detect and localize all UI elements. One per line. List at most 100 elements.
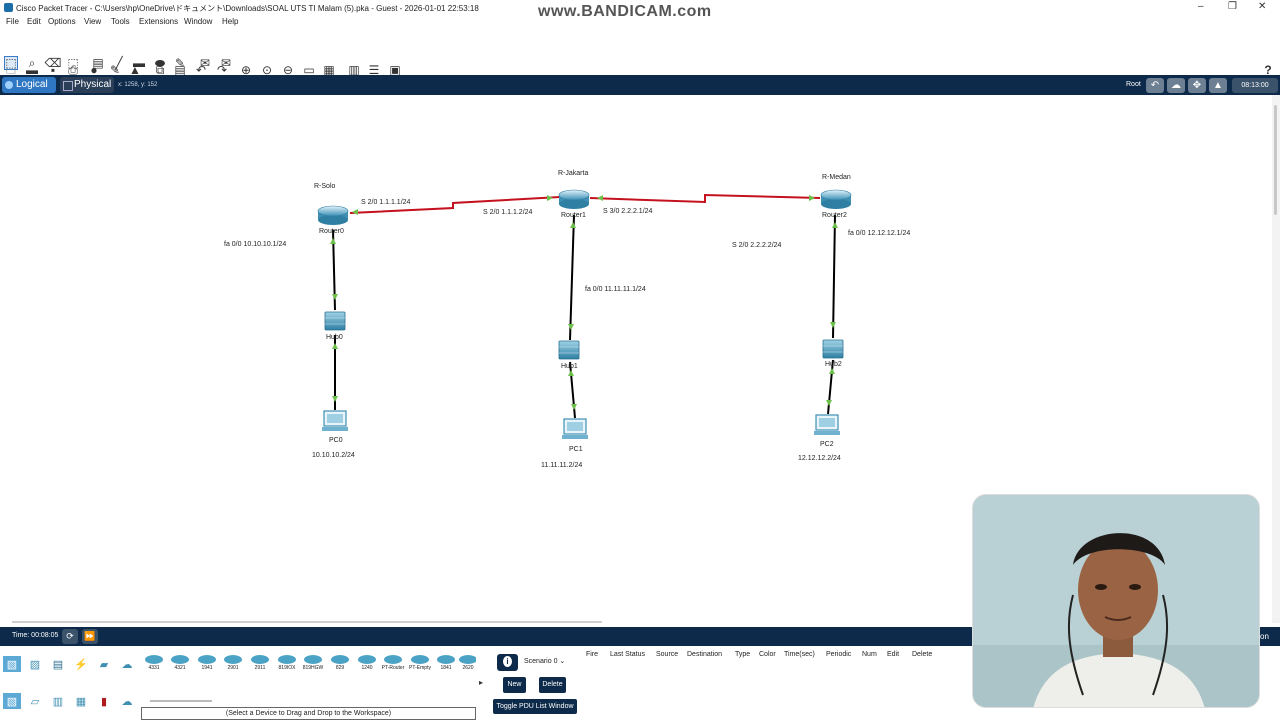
- root-label: Root: [1126, 81, 1141, 88]
- clock: 08:13:00: [1232, 78, 1278, 93]
- link-router2-hub2[interactable]: [832, 214, 836, 339]
- inspect-icon[interactable]: ⌕: [25, 56, 39, 70]
- link-hub1-pc1[interactable]: [569, 361, 576, 419]
- device-model-829[interactable]: 829: [328, 652, 352, 674]
- back-icon[interactable]: ↶: [1146, 78, 1164, 93]
- router-icon[interactable]: [317, 205, 349, 225]
- serial-link-jakarta-medan[interactable]: [589, 193, 821, 204]
- complex-pdu-icon[interactable]: ✉: [219, 56, 233, 70]
- device-label-router0: Router0: [319, 228, 344, 235]
- cloud-icon[interactable]: ☁: [1167, 78, 1185, 93]
- device-model-4331[interactable]: 4331: [142, 652, 166, 674]
- main-toolbar: 🗋 ▬ ▪ ⎙ ● ✎ ▲ ⧉ ▤ ↶ ↷ ⊕ ⊙ ⊖ ▭ ▦ ▥ ☰ ▣ ?: [0, 30, 1280, 78]
- cursor-coordinates: x: 1258, y: 152: [118, 82, 158, 88]
- device-model-pt-empty[interactable]: PT-Empty: [408, 652, 432, 674]
- col-time: Time(sec): [784, 651, 815, 658]
- panel-collapse-icon[interactable]: ▸: [479, 678, 483, 687]
- device-name-r-solo: R-Solo: [314, 183, 336, 190]
- viewport-mountain-icon[interactable]: ▲: [1209, 78, 1227, 93]
- simple-pdu-icon[interactable]: ✉: [198, 56, 212, 70]
- device-name-r-jakarta: R-Jakarta: [558, 170, 589, 177]
- hub-icon[interactable]: [822, 339, 844, 359]
- network-devices-icon[interactable]: ▧: [3, 656, 21, 672]
- connections-icon[interactable]: ⚡: [72, 656, 90, 672]
- device-label-router2: Router2: [822, 212, 847, 219]
- device-model-1841[interactable]: 1841: [434, 652, 458, 674]
- select-icon[interactable]: ⬚: [4, 56, 18, 70]
- vertical-scrollbar[interactable]: [1272, 95, 1280, 623]
- navigation-icon[interactable]: ✥: [1188, 78, 1206, 93]
- multiuser-icon[interactable]: ☁: [118, 656, 136, 672]
- menu-view[interactable]: View: [84, 17, 101, 26]
- rectangle-icon[interactable]: ▬: [132, 56, 146, 70]
- menu-help[interactable]: Help: [222, 17, 238, 26]
- delete-scenario-button[interactable]: Delete: [539, 677, 566, 693]
- app-icon: [4, 3, 13, 12]
- menu-tools[interactable]: Tools: [111, 17, 130, 26]
- misc-icon[interactable]: ▰: [95, 656, 113, 672]
- link-hub2-pc2[interactable]: [827, 359, 834, 415]
- ellipse-icon[interactable]: ⬬: [153, 56, 167, 70]
- webcam-overlay: [972, 494, 1260, 708]
- new-scenario-button[interactable]: New: [503, 677, 526, 693]
- device-list-scrollbar[interactable]: [150, 700, 212, 702]
- end-devices-icon[interactable]: ▨: [26, 656, 44, 672]
- power-cycle-icon[interactable]: ⟳: [62, 629, 78, 644]
- webcam-presenter-image: [973, 495, 1259, 707]
- hub-icon[interactable]: [324, 311, 346, 331]
- wireless-category-icon[interactable]: ▦: [72, 693, 90, 709]
- device-model-2901[interactable]: 2901: [221, 652, 245, 674]
- pc-icon[interactable]: [322, 410, 348, 431]
- toggle-pdu-list-button[interactable]: Toggle PDU List Window: [493, 699, 577, 714]
- col-fire: Fire: [586, 651, 599, 658]
- device-model-4321[interactable]: 4321: [168, 652, 192, 674]
- freeform-icon[interactable]: ✎: [173, 56, 187, 70]
- packet-tracer-window: Cisco Packet Tracer - C:\Users\hp\OneDri…: [0, 0, 1280, 720]
- fast-forward-icon[interactable]: ⏩: [82, 629, 98, 644]
- pc-icon[interactable]: [814, 414, 840, 435]
- line-icon[interactable]: ╱: [112, 56, 126, 70]
- device-model-2911[interactable]: 2911: [248, 652, 272, 674]
- routers-category-icon[interactable]: ▧: [3, 693, 21, 709]
- tab-logical[interactable]: Logical: [2, 77, 56, 93]
- device-label-hub2: Hub2: [825, 361, 842, 368]
- close-button[interactable]: ✕: [1258, 1, 1266, 12]
- col-source: Source: [656, 651, 679, 658]
- note-icon[interactable]: ▤: [91, 56, 105, 70]
- minimize-button[interactable]: –: [1198, 1, 1204, 12]
- hubs-category-icon[interactable]: ▥: [49, 693, 67, 709]
- pc-icon[interactable]: [562, 418, 588, 439]
- delete-icon[interactable]: ⌫: [45, 56, 62, 70]
- router-icon[interactable]: [558, 189, 590, 209]
- device-label-hub1: Hub1: [561, 363, 578, 370]
- components-icon[interactable]: ▤: [49, 656, 67, 672]
- drag-instruction: (Select a Device to Drag and Drop to the…: [141, 707, 476, 720]
- wan-emulation-icon[interactable]: ☁: [118, 693, 136, 709]
- link-router1-hub1[interactable]: [569, 214, 575, 341]
- device-model-819iox[interactable]: 819IOX: [275, 652, 299, 674]
- device-label-pc0: PC0: [329, 437, 343, 444]
- menu-options[interactable]: Options: [48, 17, 76, 26]
- menu-edit[interactable]: Edit: [27, 17, 41, 26]
- menu-extensions[interactable]: Extensions: [139, 17, 178, 26]
- device-model-1941[interactable]: 1941: [195, 652, 219, 674]
- restore-button[interactable]: ❐: [1228, 1, 1237, 12]
- device-model-819hgw[interactable]: 819HGW: [301, 652, 325, 674]
- hub-icon[interactable]: [558, 340, 580, 360]
- device-model-1240[interactable]: 1240: [355, 652, 379, 674]
- time-label: Time: 00:08:05: [12, 632, 59, 639]
- scenario-select[interactable]: Scenario 0 ⌄: [524, 657, 565, 665]
- security-category-icon[interactable]: ▮: [95, 693, 113, 709]
- menu-file[interactable]: File: [6, 17, 19, 26]
- pc1-ip-label: 11.11.11.2/24: [541, 462, 583, 469]
- switches-category-icon[interactable]: ▱: [26, 693, 44, 709]
- tab-physical[interactable]: Physical: [60, 77, 114, 93]
- link-up-indicators: [330, 195, 838, 410]
- info-icon[interactable]: [497, 654, 518, 671]
- resize-icon[interactable]: ⬚: [66, 56, 80, 70]
- device-model-pt-router[interactable]: PT-Router: [381, 652, 405, 674]
- device-model-2620[interactable]: 2620: [456, 652, 476, 674]
- menu-window[interactable]: Window: [184, 17, 212, 26]
- router-icon[interactable]: [820, 189, 852, 209]
- col-last-status: Last Status: [610, 651, 646, 658]
